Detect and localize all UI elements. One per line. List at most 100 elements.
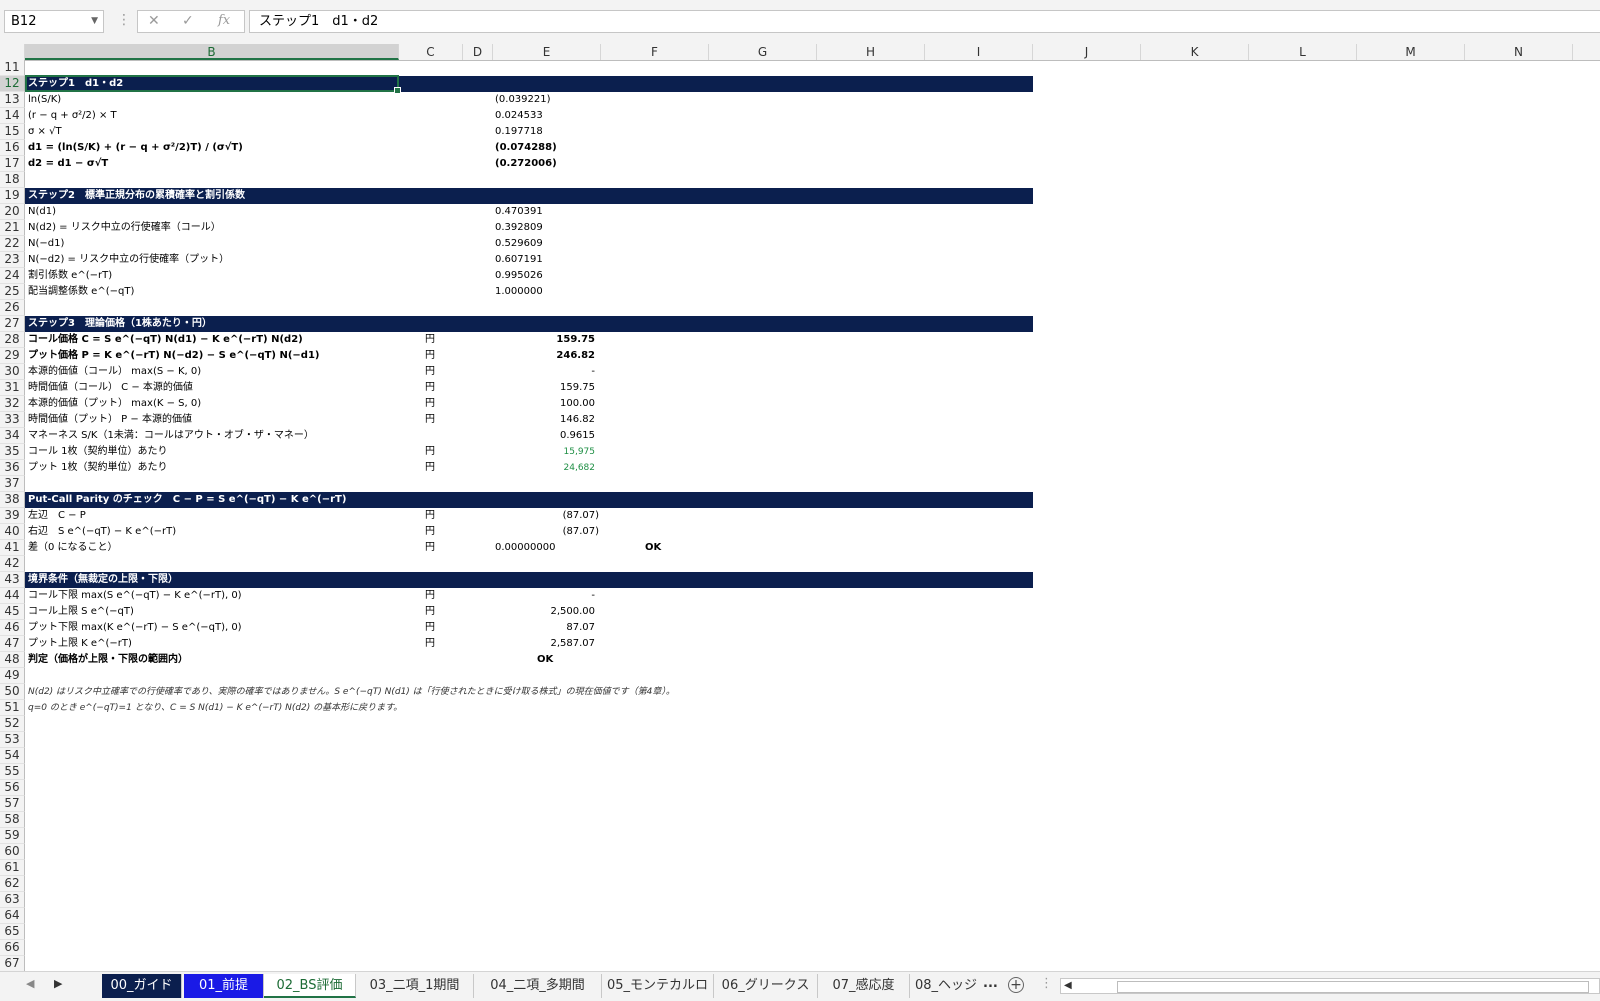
row-header[interactable]: 15 (0, 124, 25, 140)
col-header-L[interactable]: L (1249, 44, 1357, 60)
cancel-icon[interactable]: ✕ (148, 13, 160, 29)
tab-08-hedge[interactable]: 08_ヘッジ (910, 974, 982, 998)
col-header-K[interactable]: K (1141, 44, 1249, 60)
cell-value[interactable]: (0.074288) (495, 140, 557, 156)
more-tabs[interactable]: ... (983, 976, 998, 991)
cell-value[interactable]: (0.272006) (495, 156, 557, 172)
col-header-E[interactable]: E (493, 44, 601, 60)
cell-unit[interactable]: 円 (425, 460, 435, 476)
cell-value[interactable]: 2,500.00 (550, 604, 595, 620)
row-header[interactable]: 23 (0, 252, 25, 268)
cell-label[interactable]: コール下限 max(S e^(−qT) − K e^(−rT), 0) (28, 588, 242, 604)
cell-label[interactable]: 時間価値（コール） C − 本源的価値 (28, 380, 193, 396)
cell-unit[interactable]: 円 (425, 636, 435, 652)
row-header[interactable]: 38 (0, 492, 25, 508)
row-header[interactable]: 20 (0, 204, 25, 220)
cell-label[interactable]: プット価格 P = K e^(−rT) N(−d2) − S e^(−qT) N… (28, 348, 319, 364)
row-header[interactable]: 46 (0, 620, 25, 636)
row-header[interactable]: 29 (0, 348, 25, 364)
row-header[interactable]: 66 (0, 940, 25, 956)
row-header[interactable]: 40 (0, 524, 25, 540)
section-title-parity[interactable]: Put-Call Parity のチェック C − P = S e^(−qT) … (28, 492, 346, 508)
col-header-D[interactable]: D (463, 44, 493, 60)
scrollbar-thumb[interactable] (1117, 981, 1589, 993)
cell-label[interactable]: N(−d2) = リスク中立の行使確率（プット） (28, 252, 229, 268)
cell-label[interactable]: σ × √T (28, 124, 62, 140)
cell-value[interactable]: - (591, 588, 595, 604)
cell-unit[interactable]: 円 (425, 396, 435, 412)
cell-label[interactable]: プット 1枚（契約単位）あたり (28, 460, 168, 476)
row-header[interactable]: 56 (0, 780, 25, 796)
cell-label[interactable]: N(d2) = リスク中立の行使確率（コール） (28, 220, 221, 236)
formula-input[interactable]: ステップ1 d1・d2 (249, 10, 1600, 33)
col-header-F[interactable]: F (601, 44, 709, 60)
row-header[interactable]: 53 (0, 732, 25, 748)
row-header[interactable]: 48 (0, 652, 25, 668)
col-header-H[interactable]: H (817, 44, 925, 60)
cell-label[interactable]: コール 1枚（契約単位）あたり (28, 444, 168, 460)
cell-label[interactable]: 時間価値（プット） P − 本源的価値 (28, 412, 192, 428)
cell-unit[interactable]: 円 (425, 620, 435, 636)
row-header[interactable]: 21 (0, 220, 25, 236)
cell-label[interactable]: N(d1) (28, 204, 56, 220)
section-title-step2[interactable]: ステップ2 標準正規分布の累積確率と割引係数 (28, 188, 245, 204)
row-header[interactable]: 25 (0, 284, 25, 300)
row-header[interactable]: 26 (0, 300, 25, 316)
cell-label[interactable]: 配当調整係数 e^(−qT) (28, 284, 134, 300)
row-header[interactable]: 36 (0, 460, 25, 476)
cell-unit[interactable]: 円 (425, 444, 435, 460)
cell-unit[interactable]: 円 (425, 380, 435, 396)
row-header[interactable]: 65 (0, 924, 25, 940)
cell-unit[interactable]: 円 (425, 332, 435, 348)
row-header[interactable]: 16 (0, 140, 25, 156)
cell-unit[interactable]: 円 (425, 588, 435, 604)
bounds-check-ok[interactable]: OK (537, 652, 553, 668)
col-header-C[interactable]: C (399, 44, 463, 60)
chevron-down-icon[interactable]: ▼ (91, 11, 98, 32)
row-header[interactable]: 30 (0, 364, 25, 380)
cell-label[interactable]: d1 = (ln(S/K) + (r − q + σ²/2)T) / (σ√T) (28, 140, 243, 156)
cell-label[interactable]: プット上限 K e^(−rT) (28, 636, 132, 652)
name-box[interactable]: B12 ▼ (4, 10, 104, 33)
next-sheet-icon[interactable]: ▶ (54, 977, 62, 990)
row-header[interactable]: 43 (0, 572, 25, 588)
row-header[interactable]: 22 (0, 236, 25, 252)
prev-sheet-icon[interactable]: ◀ (26, 977, 34, 990)
cell-label[interactable]: 割引係数 e^(−rT) (28, 268, 112, 284)
scroll-left-icon[interactable]: ◀ (1064, 980, 1072, 991)
cell-value[interactable]: 0.995026 (495, 268, 543, 284)
cell-value[interactable]: 159.75 (556, 332, 595, 348)
row-header[interactable]: 52 (0, 716, 25, 732)
row-header[interactable]: 58 (0, 812, 25, 828)
cell-label[interactable]: コール上限 S e^(−qT) (28, 604, 134, 620)
footnote[interactable]: N(d2) はリスク中立確率での行使確率であり、実際の確率ではありません。S e… (28, 684, 675, 700)
row-header[interactable]: 13 (0, 92, 25, 108)
row-header[interactable]: 17 (0, 156, 25, 172)
section-title-bounds[interactable]: 境界条件（無裁定の上限・下限） (28, 572, 178, 588)
row-header[interactable]: 61 (0, 860, 25, 876)
row-header[interactable]: 12 (0, 76, 25, 92)
cell-unit[interactable]: 円 (425, 508, 435, 524)
row-header[interactable]: 47 (0, 636, 25, 652)
col-header-M[interactable]: M (1357, 44, 1465, 60)
col-header-B[interactable]: B (25, 44, 399, 60)
cell-unit[interactable]: 円 (425, 364, 435, 380)
cell-label[interactable]: ln(S/K) (28, 92, 61, 108)
parity-check-ok[interactable]: OK (645, 540, 661, 556)
row-header[interactable]: 14 (0, 108, 25, 124)
tab-00-guide[interactable]: 00_ガイド (102, 974, 182, 998)
cell-value[interactable]: (0.039221) (495, 92, 551, 108)
insert-function-icon[interactable]: fx (218, 13, 230, 28)
row-header[interactable]: 32 (0, 396, 25, 412)
row-header[interactable]: 19 (0, 188, 25, 204)
add-sheet-icon[interactable]: + (1008, 977, 1024, 993)
cell-label[interactable]: 本源的価値（コール） max(S − K, 0) (28, 364, 201, 380)
row-header[interactable]: 60 (0, 844, 25, 860)
cell-value[interactable]: 0.392809 (495, 220, 543, 236)
cell-label[interactable]: 左辺 C − P (28, 508, 86, 524)
cell-value[interactable]: 0.470391 (495, 204, 543, 220)
cell-label[interactable]: プット下限 max(K e^(−rT) − S e^(−qT), 0) (28, 620, 242, 636)
row-header[interactable]: 34 (0, 428, 25, 444)
cell-unit[interactable]: 円 (425, 524, 435, 540)
cell-value[interactable]: 15,975 (564, 444, 596, 460)
